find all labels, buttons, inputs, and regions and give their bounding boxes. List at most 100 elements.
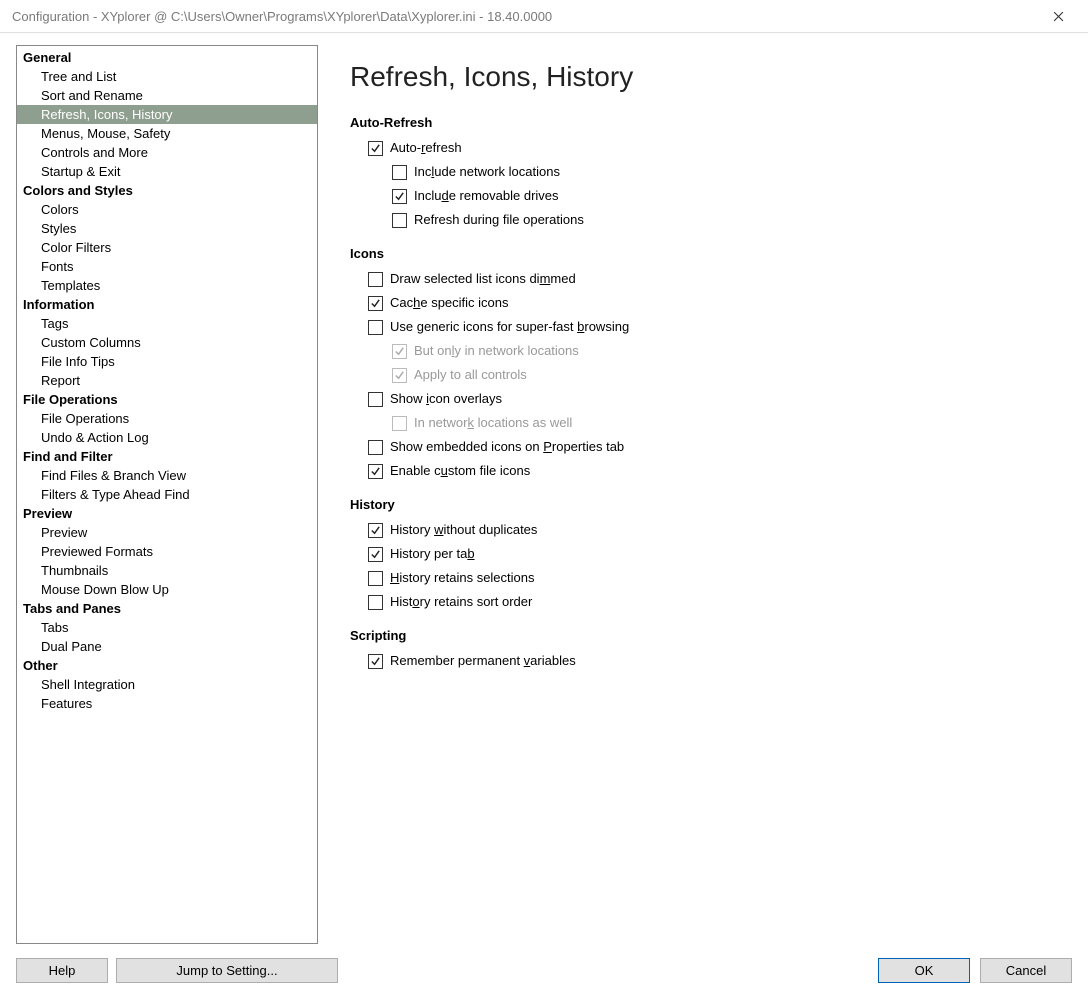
checkbox-label: History retains selections [390, 568, 535, 588]
tree-item[interactable]: Undo & Action Log [17, 428, 317, 447]
tree-item[interactable]: Preview [17, 523, 317, 542]
tree-item[interactable]: Sort and Rename [17, 86, 317, 105]
tree-item[interactable]: Fonts [17, 257, 317, 276]
checkbox-label: Include removable drives [414, 186, 559, 206]
checkbox[interactable] [368, 440, 383, 455]
checkbox-label: Show embedded icons on Properties tab [390, 437, 624, 457]
checkbox-row[interactable]: Enable custom file icons [368, 459, 1048, 483]
section-heading: Auto-Refresh [350, 115, 1048, 130]
checkbox-label: History per tab [390, 544, 475, 564]
tree-item[interactable]: Templates [17, 276, 317, 295]
checkbox [392, 344, 407, 359]
checkbox-row: In network locations as well [392, 411, 1048, 435]
checkbox[interactable] [368, 595, 383, 610]
checkbox[interactable] [392, 165, 407, 180]
checkbox-label: Use generic icons for super-fast browsin… [390, 317, 629, 337]
checkbox-row: Apply to all controls [392, 363, 1048, 387]
checkbox-label: Refresh during file operations [414, 210, 584, 230]
help-button[interactable]: Help [16, 958, 108, 983]
checkbox[interactable] [368, 654, 383, 669]
checkbox-row[interactable]: Cache specific icons [368, 291, 1048, 315]
tree-category[interactable]: Find and Filter [17, 447, 317, 466]
tree-item[interactable]: Custom Columns [17, 333, 317, 352]
checkbox-row[interactable]: Include network locations [392, 160, 1048, 184]
checkbox-row: But only in network locations [392, 339, 1048, 363]
section-heading: History [350, 497, 1048, 512]
checkbox-row[interactable]: Refresh during file operations [392, 208, 1048, 232]
tree-category[interactable]: Preview [17, 504, 317, 523]
checkbox[interactable] [368, 392, 383, 407]
checkbox[interactable] [368, 296, 383, 311]
checkbox-row[interactable]: Remember permanent variables [368, 649, 1048, 673]
checkbox[interactable] [392, 213, 407, 228]
checkbox[interactable] [368, 464, 383, 479]
tree-item[interactable]: Dual Pane [17, 637, 317, 656]
tree-category[interactable]: General [17, 48, 317, 67]
checkbox[interactable] [368, 523, 383, 538]
checkbox-row[interactable]: History per tab [368, 542, 1048, 566]
category-tree[interactable]: GeneralTree and ListSort and RenameRefre… [16, 45, 318, 944]
close-button[interactable] [1036, 2, 1080, 30]
tree-item[interactable]: Filters & Type Ahead Find [17, 485, 317, 504]
tree-item[interactable]: Color Filters [17, 238, 317, 257]
checkbox-label: Show icon overlays [390, 389, 502, 409]
tree-category[interactable]: Tabs and Panes [17, 599, 317, 618]
tree-item[interactable]: Features [17, 694, 317, 713]
tree-item[interactable]: Tabs [17, 618, 317, 637]
tree-category[interactable]: Colors and Styles [17, 181, 317, 200]
tree-category[interactable]: Other [17, 656, 317, 675]
checkbox-row[interactable]: Auto-refresh [368, 136, 1048, 160]
checkbox[interactable] [368, 547, 383, 562]
checkbox-row[interactable]: Draw selected list icons dimmed [368, 267, 1048, 291]
cancel-button[interactable]: Cancel [980, 958, 1072, 983]
titlebar: Configuration - XYplorer @ C:\Users\Owne… [0, 0, 1088, 32]
checkbox-label: History retains sort order [390, 592, 532, 612]
checkbox-row[interactable]: History retains sort order [368, 590, 1048, 614]
ok-button[interactable]: OK [878, 958, 970, 983]
tree-item[interactable]: Colors [17, 200, 317, 219]
checkbox-label: Include network locations [414, 162, 560, 182]
checkbox-row[interactable]: Use generic icons for super-fast browsin… [368, 315, 1048, 339]
checkbox[interactable] [392, 189, 407, 204]
checkbox-label: Enable custom file icons [390, 461, 530, 481]
tree-item[interactable]: Mouse Down Blow Up [17, 580, 317, 599]
checkbox-label: History without duplicates [390, 520, 537, 540]
tree-category[interactable]: Information [17, 295, 317, 314]
jump-to-setting-button[interactable]: Jump to Setting... [116, 958, 338, 983]
tree-item[interactable]: Tags [17, 314, 317, 333]
settings-sections: Auto-Refresh Auto-refresh Include network … [350, 115, 1048, 673]
tree-item[interactable]: File Operations [17, 409, 317, 428]
tree-item[interactable]: Tree and List [17, 67, 317, 86]
tree-item[interactable]: Shell Integration [17, 675, 317, 694]
checkbox[interactable] [368, 320, 383, 335]
footer: Help Jump to Setting... OK Cancel [0, 944, 1088, 996]
checkbox-row[interactable]: Show embedded icons on Properties tab [368, 435, 1048, 459]
checkbox-label: Apply to all controls [414, 365, 527, 385]
checkbox[interactable] [368, 571, 383, 586]
checkbox-label: But only in network locations [414, 341, 579, 361]
page-title: Refresh, Icons, History [350, 61, 1048, 93]
tree-item[interactable]: Startup & Exit [17, 162, 317, 181]
tree-item[interactable]: Refresh, Icons, History [17, 105, 317, 124]
tree-item[interactable]: Find Files & Branch View [17, 466, 317, 485]
tree-item[interactable]: Thumbnails [17, 561, 317, 580]
tree-item[interactable]: Previewed Formats [17, 542, 317, 561]
checkbox-row[interactable]: History without duplicates [368, 518, 1048, 542]
close-icon [1053, 11, 1064, 22]
tree-category[interactable]: File Operations [17, 390, 317, 409]
checkbox-label: Auto-refresh [390, 138, 462, 158]
checkbox [392, 416, 407, 431]
window-title: Configuration - XYplorer @ C:\Users\Owne… [12, 9, 1036, 24]
checkbox-label: Cache specific icons [390, 293, 509, 313]
checkbox-row[interactable]: History retains selections [368, 566, 1048, 590]
checkbox[interactable] [368, 272, 383, 287]
section-heading: Icons [350, 246, 1048, 261]
checkbox-row[interactable]: Show icon overlays [368, 387, 1048, 411]
checkbox[interactable] [368, 141, 383, 156]
checkbox-row[interactable]: Include removable drives [392, 184, 1048, 208]
tree-item[interactable]: Styles [17, 219, 317, 238]
tree-item[interactable]: Controls and More [17, 143, 317, 162]
tree-item[interactable]: File Info Tips [17, 352, 317, 371]
tree-item[interactable]: Report [17, 371, 317, 390]
tree-item[interactable]: Menus, Mouse, Safety [17, 124, 317, 143]
